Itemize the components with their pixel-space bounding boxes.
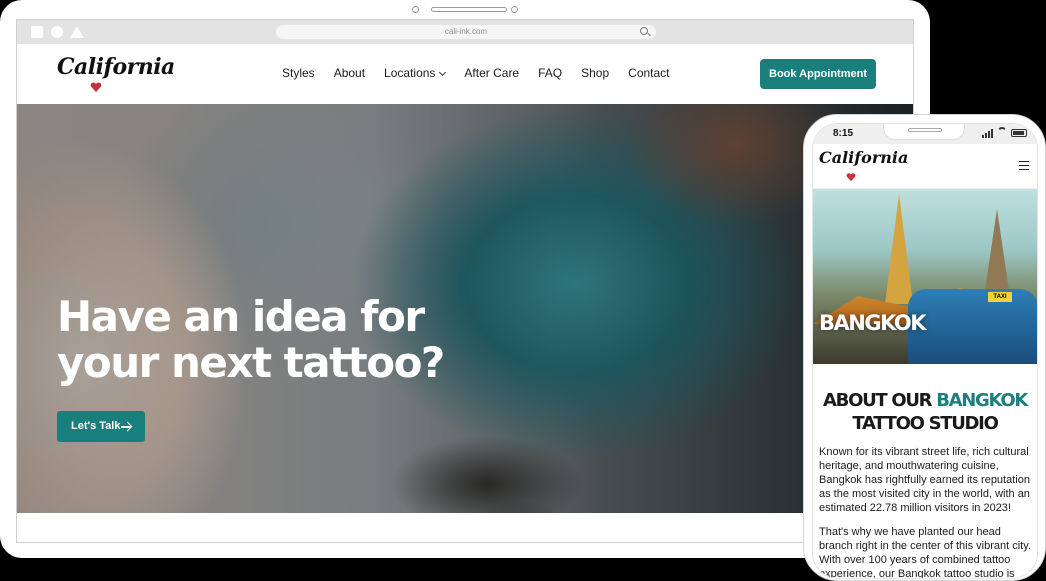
- laptop-frame: cali-ink.com California Styles About Loc…: [0, 0, 930, 558]
- lets-talk-label: Let's Talk: [71, 420, 121, 432]
- taxi-sign: TAXI: [988, 292, 1012, 302]
- nav-about[interactable]: About: [334, 66, 365, 80]
- desktop-screen: cali-ink.com California Styles About Loc…: [16, 19, 914, 543]
- book-appointment-button[interactable]: Book Appointment: [760, 59, 876, 89]
- wifi-icon: [997, 127, 1007, 137]
- browser-bar: cali-ink.com: [17, 20, 913, 44]
- address-bar[interactable]: cali-ink.com: [276, 25, 656, 39]
- search-icon[interactable]: [640, 27, 648, 35]
- hero-banner: Have an idea for your next tattoo? Let's…: [17, 104, 913, 513]
- tuktuk-image: TAXI: [908, 289, 1037, 364]
- signal-icon: [982, 129, 993, 138]
- mobile-header: California: [813, 144, 1037, 189]
- nav-contact[interactable]: Contact: [628, 66, 669, 80]
- url-text: cali-ink.com: [444, 27, 488, 36]
- temple-spire-image: [885, 194, 913, 304]
- status-time: 8:15: [833, 128, 854, 139]
- arrow-right-icon: [121, 426, 131, 428]
- mobile-hero-title: BANGKOK: [819, 311, 927, 335]
- notch-speaker: [908, 128, 942, 132]
- status-bar: 8:15: [813, 124, 1037, 144]
- hamburger-menu-icon[interactable]: [1019, 161, 1029, 170]
- logo-wordmark: California: [57, 54, 175, 80]
- site-header: California Styles About Locations After …: [17, 44, 913, 104]
- nav-after-care[interactable]: After Care: [464, 66, 519, 80]
- about-heading-accent: BANGKOK: [936, 390, 1028, 411]
- about-paragraph-2: That's why we have planted our head bran…: [819, 526, 1031, 579]
- nav-locations[interactable]: Locations: [384, 66, 447, 80]
- nav-styles[interactable]: Styles: [282, 66, 315, 80]
- about-heading: ABOUT OUR BANGKOK TATTOO STUDIO: [813, 389, 1037, 435]
- about-heading-line2: TATTOO STUDIO: [852, 413, 998, 434]
- speaker-bar: [431, 7, 507, 12]
- phone-notch: [883, 124, 965, 140]
- camera-dot-right: [511, 6, 518, 13]
- lets-talk-button[interactable]: Let's Talk: [57, 411, 145, 442]
- heart-icon: [90, 82, 102, 92]
- window-square-icon[interactable]: [31, 26, 43, 38]
- camera-dot-left: [412, 6, 419, 13]
- california-logo[interactable]: California: [57, 52, 175, 98]
- about-heading-prefix: ABOUT OUR: [823, 390, 933, 411]
- main-nav: Styles About Locations After Care FAQ Sh…: [282, 66, 670, 80]
- battery-icon: [1011, 129, 1027, 137]
- phone-frame: 8:15 California TAXI BANGKOK ABOUT OUR B…: [803, 114, 1046, 581]
- about-paragraph-1: Known for its vibrant street life, rich …: [819, 446, 1030, 514]
- hero-title: Have an idea for your next tattoo?: [57, 292, 445, 387]
- bangkok-hero: TAXI BANGKOK: [813, 189, 1037, 364]
- mobile-logo[interactable]: California: [819, 148, 908, 167]
- nav-locations-label: Locations: [384, 66, 436, 80]
- mobile-screen: 8:15 California TAXI BANGKOK ABOUT OUR B…: [812, 123, 1038, 579]
- heart-icon: [846, 173, 856, 182]
- nav-faq[interactable]: FAQ: [538, 66, 562, 80]
- chevron-down-icon: [439, 68, 447, 77]
- nav-shop[interactable]: Shop: [581, 66, 609, 80]
- window-circle-icon[interactable]: [51, 26, 63, 38]
- window-triangle-icon[interactable]: [70, 26, 84, 38]
- mockup-stage: cali-ink.com California Styles About Loc…: [0, 0, 1046, 581]
